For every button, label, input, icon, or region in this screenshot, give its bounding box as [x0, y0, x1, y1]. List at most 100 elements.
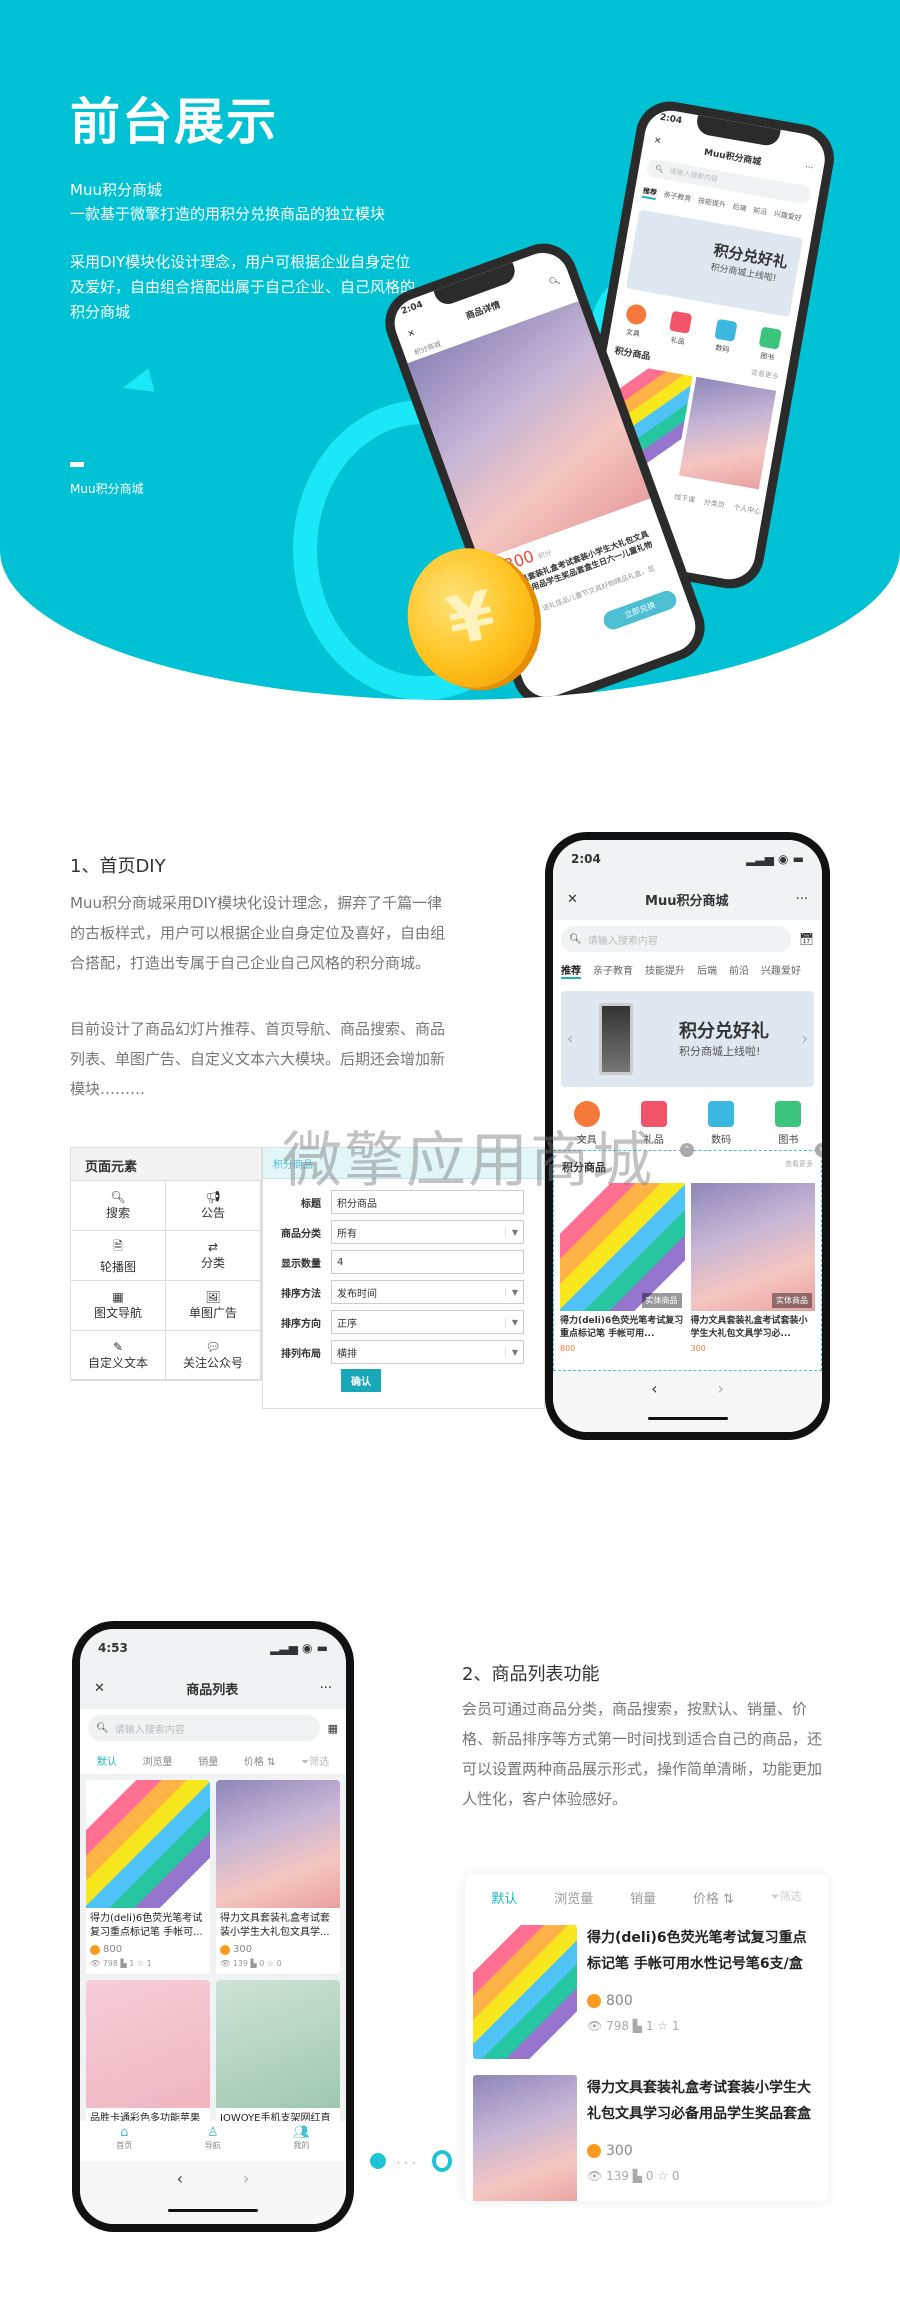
- element-wechat[interactable]: 💬︎ 关注公众号: [166, 1331, 261, 1381]
- tab[interactable]: 技能提升: [697, 196, 727, 213]
- product-card[interactable]: 实体商品 得力文具套装礼盒考试套装小学生大礼包文具学习必... 300: [690, 1183, 815, 1353]
- product-card[interactable]: 实体商品 得力(deli)6色荧光笔考试复习重点标记笔 手帐可用... 800: [560, 1183, 685, 1353]
- product-badge: 实体商品: [772, 1293, 812, 1308]
- bottom-nav: 线下课 分类页 个人中心: [672, 488, 765, 521]
- more-icon[interactable]: ···: [796, 892, 808, 907]
- element-megaphone[interactable]: 📢︎ 公告: [166, 1181, 261, 1231]
- field-label: 显示数量: [281, 1258, 321, 1270]
- sort-sales[interactable]: 销量: [198, 1753, 218, 1768]
- sort-price[interactable]: 价格 ⇅: [244, 1753, 276, 1768]
- element-file[interactable]: 🗎 轮播图: [71, 1231, 166, 1281]
- search-icon[interactable]: 🔍︎: [548, 275, 563, 291]
- carousel-dot-active[interactable]: [370, 2153, 386, 2169]
- chevron-left-icon[interactable]: ‹: [567, 1029, 573, 1048]
- product-card[interactable]: 得力文具套装礼盒考试套装小学生大礼包文具学... 300 👁︎ 139 ▙ 0 ☆ …: [216, 1780, 340, 1974]
- select-field[interactable]: 正序 ▼: [331, 1310, 524, 1334]
- close-icon[interactable]: ✕: [652, 136, 662, 150]
- grid-view-icon[interactable]: ▦: [328, 1722, 338, 1735]
- phone-mockup-list: 4:53 ▂▃▅ ◉ ▬ ✕ 商品列表 ··· 🔍︎ 请输入搜索内容 ▦ 默认 浏览量 销量 价…: [72, 1621, 354, 2232]
- points-icon: [90, 1944, 100, 1955]
- product-price: 300: [690, 1344, 706, 1353]
- nav-navigation[interactable]: ♙ 导航: [205, 2125, 221, 2161]
- tab[interactable]: 前沿: [752, 205, 768, 219]
- element-grid[interactable]: ▦ 图文导航: [71, 1281, 166, 1331]
- tab[interactable]: 兴趣爱好: [761, 962, 801, 979]
- file-icon: 🗎: [113, 1238, 123, 1253]
- calendar-icon[interactable]: 📅︎: [799, 932, 814, 946]
- filter-button[interactable]: ⏷筛选: [301, 1753, 329, 1768]
- back-icon[interactable]: ‹: [651, 1379, 657, 1432]
- element-label: 轮播图: [99, 1259, 136, 1274]
- sort-views[interactable]: 浏览量: [143, 1753, 173, 1768]
- nav-mine[interactable]: 👥︎ 我的: [293, 2125, 310, 2161]
- element-search[interactable]: 🔍︎ 搜索: [71, 1181, 166, 1231]
- sort-price[interactable]: 价格 ⇅: [693, 1888, 734, 1907]
- carousel-dot[interactable]: [432, 2150, 452, 2172]
- megaphone-icon: 📢︎: [205, 1190, 221, 1204]
- close-icon[interactable]: ✕: [406, 328, 418, 343]
- tab[interactable]: 技能提升: [645, 962, 685, 979]
- element-image[interactable]: 🖼︎ 单图广告: [166, 1281, 261, 1331]
- category-icon: [708, 1101, 735, 1127]
- more-icon[interactable]: ···: [320, 1681, 332, 1696]
- select-field[interactable]: 所有 ▼: [331, 1220, 524, 1244]
- nav-stationery[interactable]: 文具: [622, 302, 648, 340]
- list-item[interactable]: 得力文具套装礼盒考试套装小学生大礼包文具学习必备用品学生奖品套盒生... 300 👁…: [465, 2067, 828, 2201]
- nav-item[interactable]: 数码: [708, 1101, 735, 1146]
- carousel-banner[interactable]: ‹ › 积分兑好礼 积分商城上线啦!: [561, 991, 814, 1087]
- form-row: 商品分类 所有 ▼: [263, 1217, 544, 1247]
- sort-default[interactable]: 默认: [97, 1753, 117, 1768]
- forward-icon[interactable]: ›: [718, 1379, 724, 1432]
- sort-sales[interactable]: 销量: [630, 1888, 656, 1907]
- list-item[interactable]: 得力(deli)6色荧光笔考试复习重点标记笔 手帐可用水性记号笔6支/盒3311…: [465, 1917, 828, 2067]
- close-icon[interactable]: ✕: [94, 1681, 105, 1696]
- move-up-icon[interactable]: ⌃: [680, 1143, 694, 1157]
- tab[interactable]: 后端: [731, 202, 747, 216]
- tab[interactable]: 后端: [697, 962, 717, 979]
- nav-category[interactable]: 分类页: [703, 497, 725, 510]
- tab[interactable]: 亲子教育: [662, 189, 692, 206]
- nav-offline[interactable]: 线下课: [673, 492, 696, 505]
- section-paragraph: 目前设计了商品幻灯片推荐、首页导航、商品搜索、商品列表、单图广告、自定义文本六大…: [70, 1020, 446, 1098]
- chevron-down-icon: ▼: [504, 1347, 518, 1357]
- more-link[interactable]: 查看更多: [785, 1159, 813, 1175]
- form-row: 排序方法 发布时间 ▼: [263, 1277, 544, 1307]
- tab[interactable]: 兴趣爱好: [773, 209, 803, 226]
- confirm-button[interactable]: 确认: [341, 1369, 381, 1392]
- tab[interactable]: 推荐: [641, 185, 658, 201]
- chevron-down-icon: ▼: [504, 1287, 518, 1297]
- product-card[interactable]: 品胜卡通彩色多功能苹果: [86, 1980, 210, 2126]
- nav-digital[interactable]: 数码: [712, 318, 738, 356]
- filter-button[interactable]: ⏷筛选: [771, 1888, 802, 1907]
- forward-icon[interactable]: ›: [243, 2169, 249, 2224]
- nav-profile[interactable]: 个人中心: [732, 502, 762, 517]
- tab[interactable]: 前沿: [729, 962, 749, 979]
- nav-books[interactable]: 图书: [756, 326, 783, 364]
- element-swap[interactable]: ⇄ 分类: [166, 1231, 261, 1281]
- product-card[interactable]: JOWOYE手机支架网红直: [216, 1980, 340, 2126]
- tab[interactable]: 亲子教育: [593, 962, 633, 979]
- product-card[interactable]: 得力(deli)6色荧光笔考试复习重点标记笔 手帐可... 800 👁︎ 798 ▙…: [86, 1780, 210, 1974]
- chevron-right-icon[interactable]: ›: [802, 1029, 808, 1048]
- search-input[interactable]: 🔍︎ 请输入搜索内容: [88, 1715, 320, 1741]
- redeem-button[interactable]: 立即兑换: [601, 588, 679, 633]
- search-input[interactable]: 🔍︎ 请输入搜索内容: [561, 926, 791, 952]
- select-field[interactable]: 发布时间 ▼: [331, 1280, 524, 1304]
- sort-default[interactable]: 默认: [491, 1888, 517, 1907]
- nav-gift[interactable]: 礼品: [667, 310, 693, 348]
- product-name: 得力文具套装礼盒考试套装小学生大礼包文具学习必备用品学生奖品套盒生...: [587, 2080, 811, 2122]
- element-edit[interactable]: ✎ 自定义文本: [71, 1331, 166, 1381]
- tab[interactable]: 推荐: [561, 962, 581, 979]
- home-icon: ⌂: [120, 2125, 129, 2140]
- close-icon[interactable]: ✕: [567, 892, 578, 907]
- product-image[interactable]: [679, 376, 777, 490]
- back-icon[interactable]: ‹: [177, 2169, 183, 2224]
- select-field[interactable]: 横排 ▼: [331, 1340, 524, 1364]
- edit-icon: ✎: [112, 1340, 124, 1354]
- delete-icon[interactable]: ✕: [815, 1143, 822, 1157]
- sort-views[interactable]: 浏览量: [554, 1888, 593, 1907]
- nav-item[interactable]: 图书: [775, 1101, 802, 1146]
- nav-home[interactable]: ⌂ 首页: [116, 2125, 132, 2161]
- more-icon[interactable]: ···: [803, 163, 814, 177]
- text-field[interactable]: 4: [331, 1250, 524, 1274]
